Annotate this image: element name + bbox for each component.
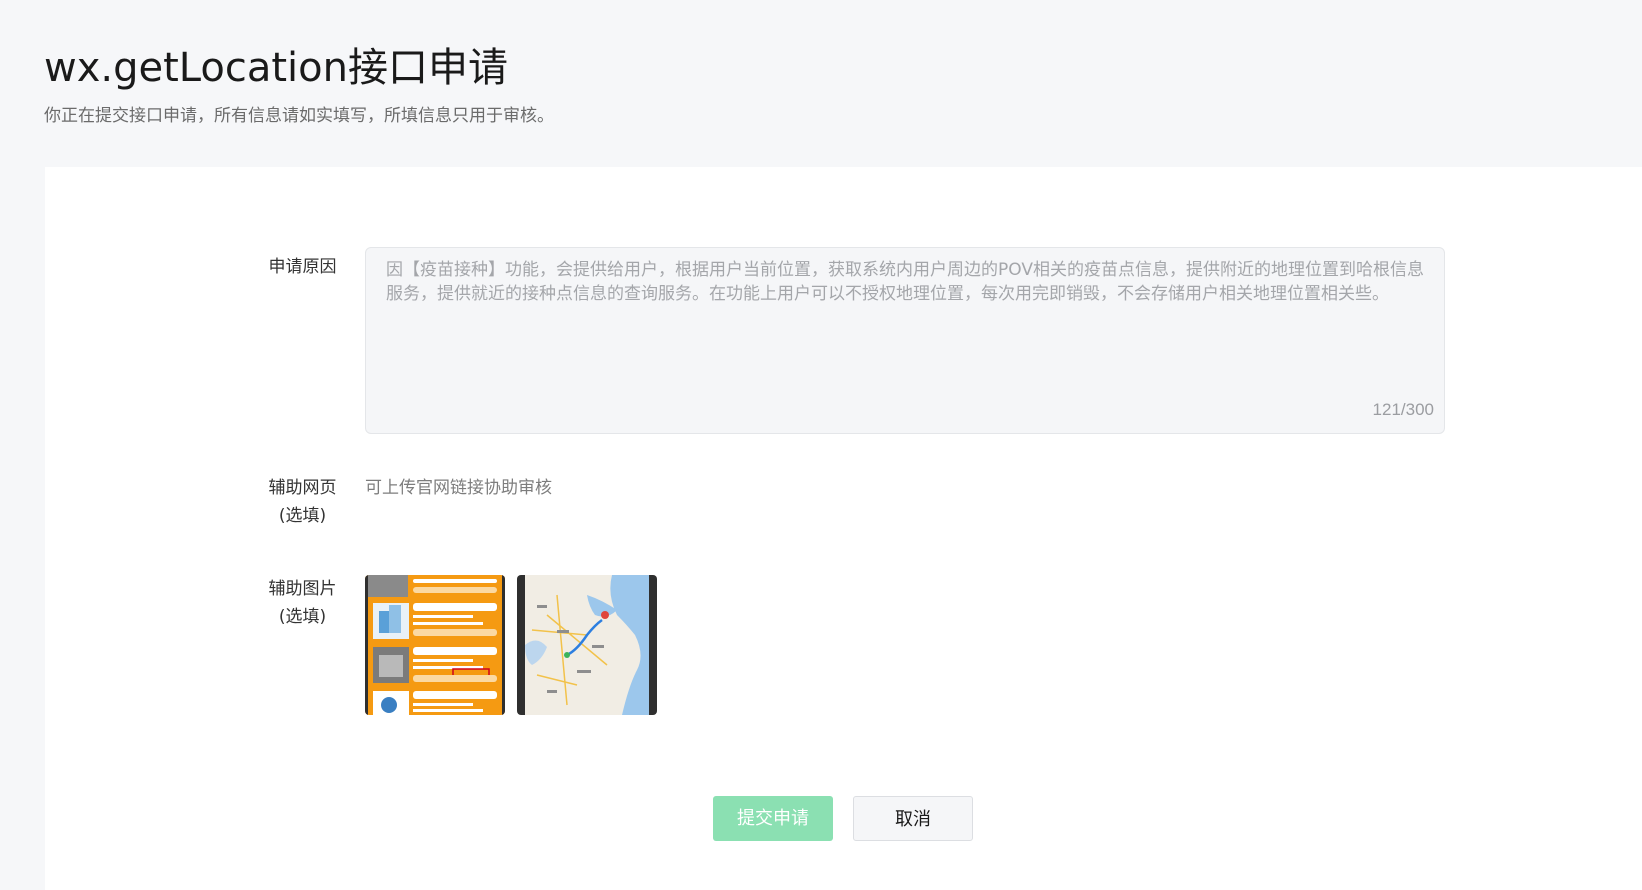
map-image — [517, 575, 657, 715]
vaccine-list-image — [365, 575, 505, 715]
application-form-card: 申请原因 因【疫苗接种】功能，会提供给用户，根据用户当前位置，获取系统内用户周边… — [45, 167, 1642, 890]
webpage-label-optional: (选填) — [278, 506, 327, 526]
page-subtitle: 你正在提交接口申请，所有信息请如实填写，所填信息只用于审核。 — [44, 106, 554, 126]
webpage-label: 辅助网页 (选填) — [241, 474, 364, 530]
images-label-optional: (选填) — [278, 607, 327, 627]
submit-button[interactable]: 提交申请 — [713, 796, 833, 841]
page-title: wx.getLocation接口申请 — [44, 45, 508, 91]
thumbnail-vaccine-list[interactable] — [365, 575, 505, 715]
page-header: wx.getLocation接口申请 你正在提交接口申请，所有信息请如实填写，所… — [44, 40, 1544, 128]
images-label: 辅助图片 (选填) — [241, 575, 364, 631]
reason-textarea[interactable]: 因【疫苗接种】功能，会提供给用户，根据用户当前位置，获取系统内用户周边的POV相… — [365, 247, 1445, 434]
reason-textarea-text[interactable]: 因【疫苗接种】功能，会提供给用户，根据用户当前位置，获取系统内用户周边的POV相… — [386, 258, 1424, 306]
images-label-main: 辅助图片 — [268, 579, 337, 599]
form-actions: 提交申请 取消 — [713, 796, 973, 841]
webpage-hint[interactable]: 可上传官网链接协助审核 — [365, 476, 552, 500]
char-counter: 121/300 — [1372, 400, 1434, 419]
thumbnail-map[interactable] — [517, 575, 657, 715]
image-thumbnails — [365, 575, 657, 715]
webpage-label-main: 辅助网页 — [268, 478, 337, 498]
reason-label: 申请原因 — [268, 257, 337, 277]
cancel-button[interactable]: 取消 — [853, 796, 973, 841]
